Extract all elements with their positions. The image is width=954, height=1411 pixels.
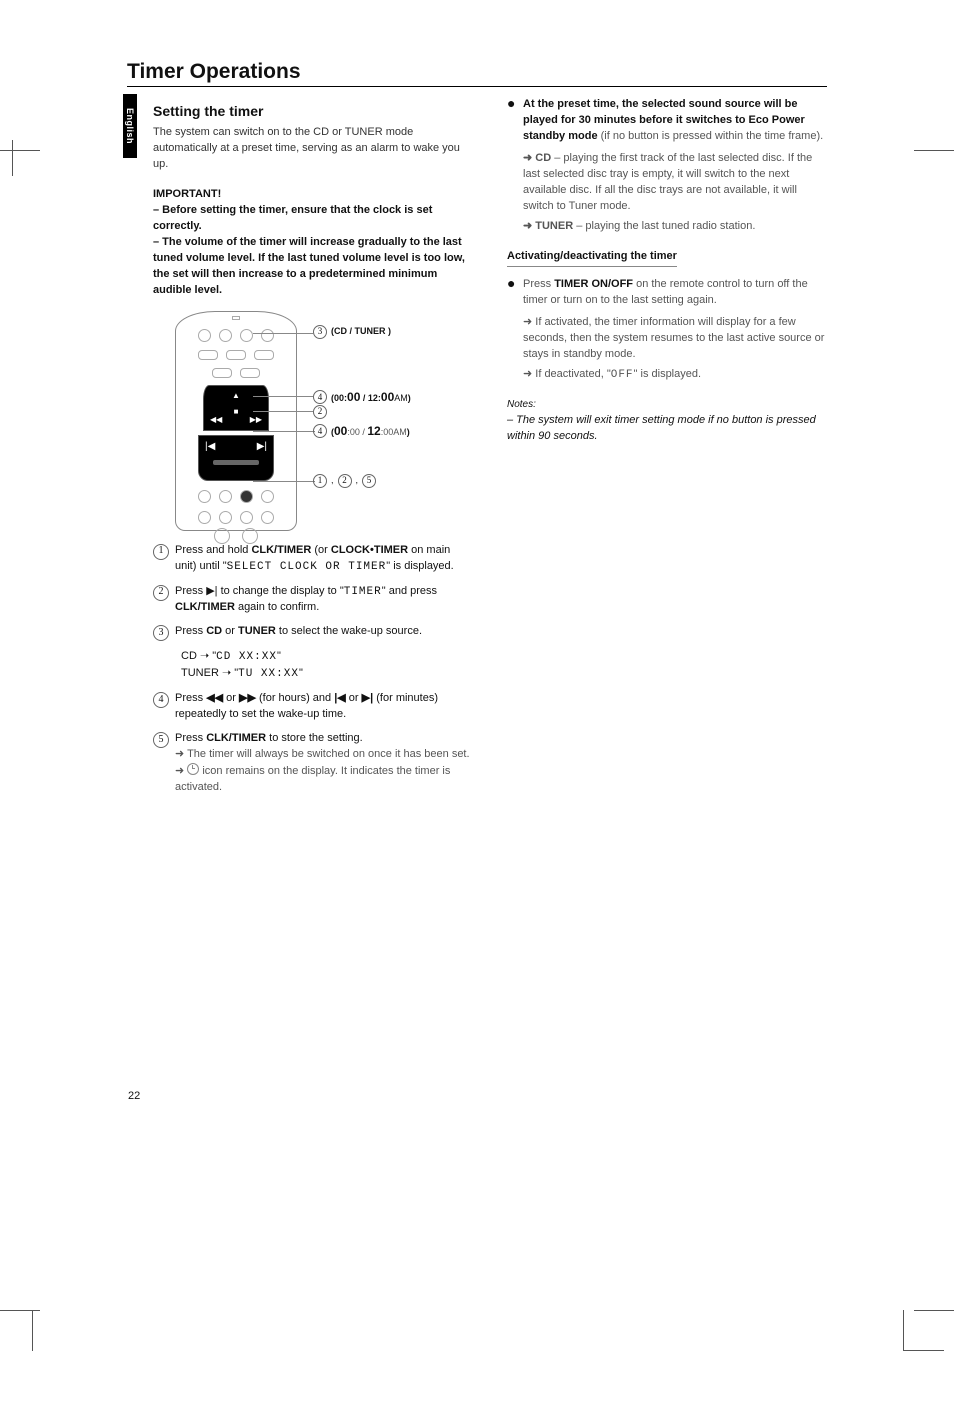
crop-mark <box>914 150 954 151</box>
section-title: Setting the timer <box>153 101 473 121</box>
preset-time-bullet: ● At the preset time, the selected sound… <box>507 97 827 145</box>
step-1: 1 Press and hold CLK/TIMER (or CLOCK•TIM… <box>153 543 473 576</box>
remote-diagram: ◀◀▶▶ ▲■ |◀▶| 3 (CD / TUNER ) <box>153 311 473 531</box>
step-2: 2 Press ▶| to change the display to "TIM… <box>153 584 473 617</box>
step-3: 3 Press CD or TUNER to select the wake-u… <box>153 624 473 641</box>
step-5: 5 Press CLK/TIMER to store the setting. … <box>153 731 473 796</box>
right-column: ● At the preset time, the selected sound… <box>507 97 827 804</box>
timer-onoff-step: ● Press TIMER ON/OFF on the remote contr… <box>507 277 827 309</box>
step-3-tuner: TUNER ➝ "TU XX:XX" <box>181 666 473 683</box>
timer-icon <box>187 763 199 775</box>
crop-mark <box>0 150 40 191</box>
language-tab: English <box>123 94 137 158</box>
callout-3: 3 (CD / TUNER ) <box>313 325 391 339</box>
callout-4a: 4 (00:00 / 12:00AM) <box>313 389 411 406</box>
callout-4b: 4 (00:00 / 12:00AM) <box>313 423 410 440</box>
crop-mark <box>32 1311 33 1351</box>
notes-body: – The system will exit timer setting mod… <box>507 413 827 445</box>
chapter-title: Timer Operations <box>127 60 827 87</box>
notes-head: Notes: <box>507 398 827 413</box>
crop-mark <box>903 1310 944 1351</box>
crop-mark <box>12 140 13 176</box>
important-line-2: – The volume of the timer will increase … <box>153 235 473 299</box>
step-3-cd: CD ➝ "CD XX:XX" <box>181 649 473 666</box>
result-activated: ➜ If activated, the timer information wi… <box>523 315 827 363</box>
crop-mark <box>0 1310 40 1311</box>
left-column: Setting the timer The system can switch … <box>153 97 473 804</box>
setting-body: The system can switch on to the CD or TU… <box>153 125 473 173</box>
important-line-1: – Before setting the timer, ensure that … <box>153 203 473 235</box>
step-4: 4 Press ◀◀ or ▶▶ (for hours) and |◀ or ▶… <box>153 691 473 723</box>
result-cd: ➜ CD – playing the first track of the la… <box>523 151 827 215</box>
activating-title: Activating/deactivating the timer <box>507 249 677 268</box>
important-heading: IMPORTANT! <box>153 187 473 203</box>
page-number: 22 <box>128 1090 140 1102</box>
result-tuner: ➜ TUNER – playing the last tuned radio s… <box>523 219 827 235</box>
result-deactivated: ➜ If deactivated, "OFF" is displayed. <box>523 367 827 384</box>
callout-1-2-5: 1, 2, 5 <box>313 474 376 488</box>
callout-2: 2 <box>313 405 327 419</box>
